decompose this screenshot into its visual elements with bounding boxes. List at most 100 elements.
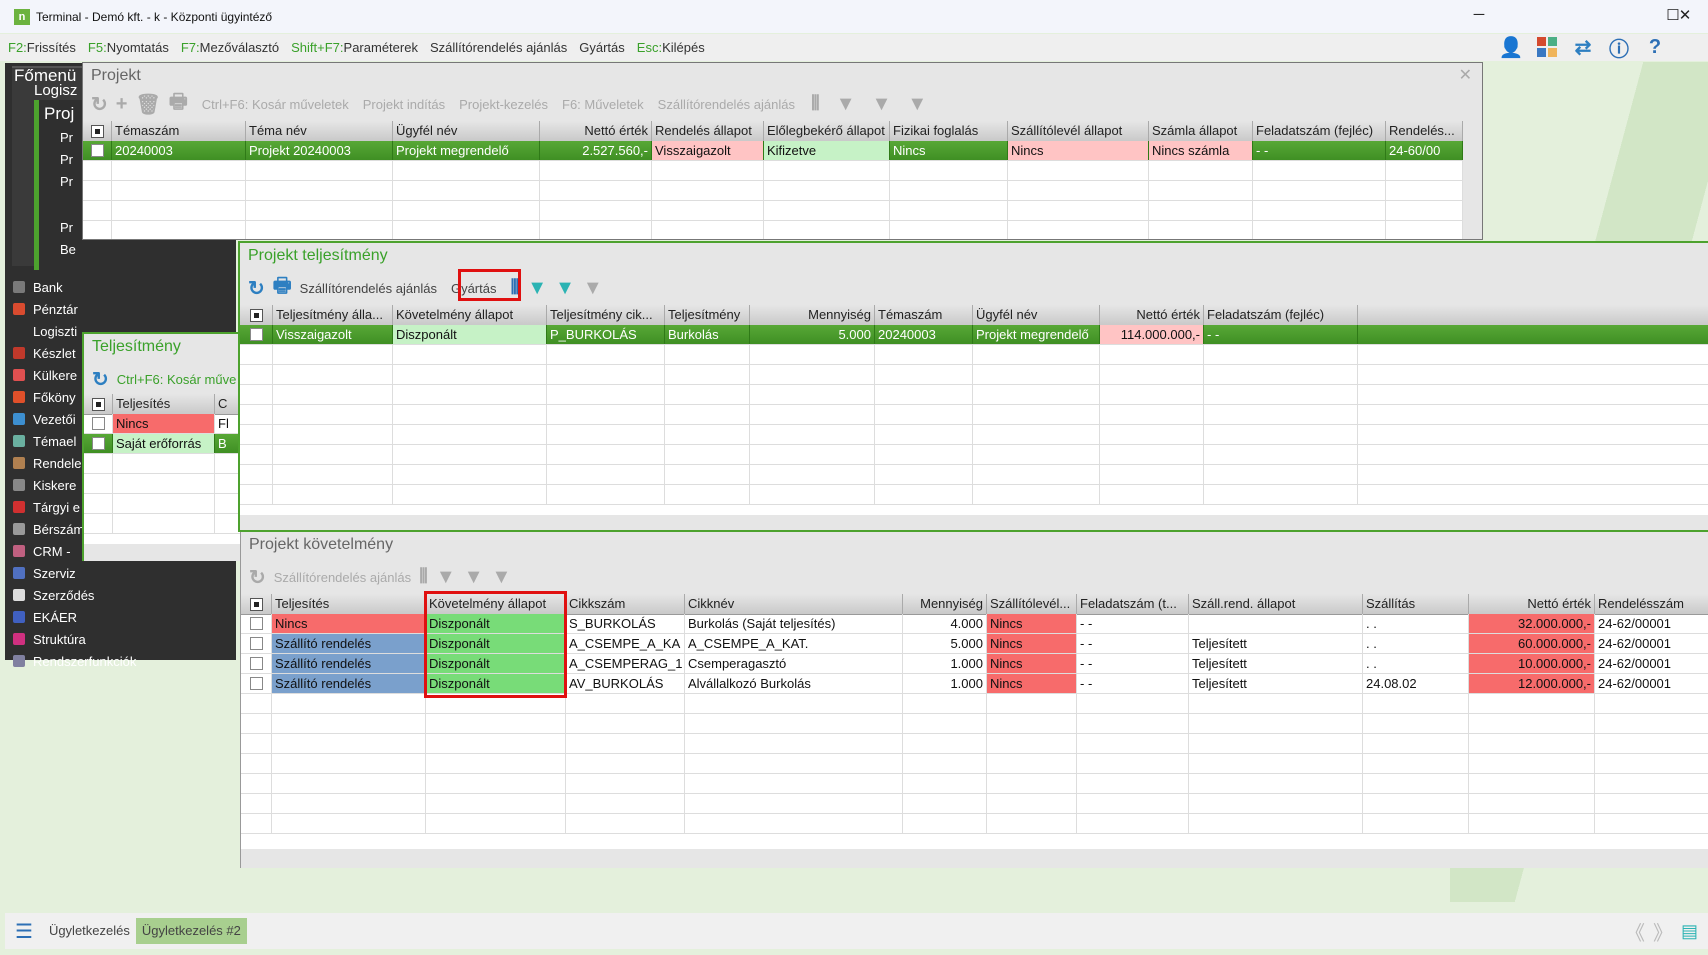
select-all-checkbox[interactable] xyxy=(241,594,272,614)
apps-grid-icon[interactable] xyxy=(1534,34,1560,60)
submenu-item[interactable]: Pr xyxy=(60,130,82,145)
column-header[interactable]: Feladatszám (fejléc) xyxy=(1204,305,1358,325)
filter-icon[interactable]: ▼ xyxy=(436,566,456,589)
info-icon[interactable]: ⓘ xyxy=(1606,34,1632,61)
column-header[interactable]: Nettó érték xyxy=(1100,305,1204,325)
row-checkbox[interactable] xyxy=(83,201,112,220)
print-icon[interactable]: 🖶 xyxy=(273,271,292,305)
toolbar-button[interactable]: Projekt indítás xyxy=(363,97,445,112)
row-checkbox[interactable] xyxy=(241,814,272,833)
help-icon[interactable]: ? xyxy=(1642,34,1668,60)
fkey-5[interactable]: Gyártás xyxy=(579,40,625,55)
row-checkbox[interactable] xyxy=(84,414,113,433)
column-header[interactable]: Teljesítmény xyxy=(665,305,750,325)
sidebar-item[interactable]: Pénztár xyxy=(5,298,236,320)
column-header[interactable]: Mennyiség xyxy=(750,305,875,325)
column-header[interactable]: Rendelésszám xyxy=(1595,594,1708,614)
user-icon[interactable]: 👤 xyxy=(1498,34,1524,60)
fkey-4[interactable]: Szállítórendelés ajánlás xyxy=(430,40,567,55)
row-checkbox[interactable] xyxy=(241,634,272,653)
basket-operations-button[interactable]: Ctrl+F6: Kosár műve xyxy=(117,372,237,387)
column-header[interactable]: Előlegbekérő állapot xyxy=(764,121,890,141)
column-header[interactable]: Feladatszám (fejléc) xyxy=(1253,121,1386,141)
add-icon[interactable]: + xyxy=(116,93,128,116)
fkey-3[interactable]: Shift+F7:Paraméterek xyxy=(291,40,418,55)
toolbar-button[interactable]: F6: Műveletek xyxy=(562,97,644,112)
row-checkbox[interactable] xyxy=(240,485,273,504)
row-checkbox[interactable] xyxy=(84,494,113,513)
filter-clear-icon[interactable]: ▼ xyxy=(907,93,927,116)
row-checkbox[interactable] xyxy=(241,694,272,713)
sidebar-item[interactable]: Bank xyxy=(5,276,236,298)
sidebar-item[interactable]: Struktúra xyxy=(5,628,236,650)
column-header[interactable]: Feladatszám (t... xyxy=(1077,594,1189,614)
column-header[interactable]: Ügyfél név xyxy=(973,305,1100,325)
list-view-icon[interactable]: ▤ xyxy=(1681,921,1698,942)
refresh-icon[interactable]: ↻ xyxy=(92,367,109,392)
fkey-0[interactable]: F2:Frissítés xyxy=(8,40,76,55)
tab-ugyletkezeles-2[interactable]: Ügyletkezelés #2 xyxy=(135,918,247,944)
submenu-item[interactable]: Pr xyxy=(60,152,82,167)
row-checkbox[interactable] xyxy=(240,445,273,464)
column-header[interactable]: Szállítólevél... xyxy=(987,594,1077,614)
print-icon[interactable]: 🖶 xyxy=(169,87,188,121)
filter-clear-icon[interactable]: ▼ xyxy=(491,566,511,589)
toolbar-button[interactable]: Projekt-kezelés xyxy=(459,97,548,112)
refresh-icon[interactable]: ↻ xyxy=(91,92,108,117)
row-checkbox[interactable] xyxy=(240,465,273,484)
refresh-icon[interactable]: ↻ xyxy=(248,276,265,301)
fkey-6[interactable]: Esc:Kilépés xyxy=(637,40,705,55)
column-header[interactable]: Száll.rend. állapot xyxy=(1189,594,1363,614)
row-checkbox[interactable] xyxy=(84,434,113,453)
column-header[interactable]: Rendelés... xyxy=(1386,121,1463,141)
column-header[interactable]: Cikknév xyxy=(685,594,903,614)
fkey-1[interactable]: F5:Nyomtatás xyxy=(88,40,169,55)
row-checkbox[interactable] xyxy=(241,734,272,753)
column-header[interactable]: Rendelés állapot xyxy=(652,121,764,141)
swap-arrows-icon[interactable]: ⇄ xyxy=(1570,34,1596,60)
row-checkbox[interactable] xyxy=(241,794,272,813)
menu-icon[interactable]: ☰ xyxy=(15,919,33,944)
column-header[interactable]: Témaszám xyxy=(875,305,973,325)
row-checkbox[interactable] xyxy=(240,425,273,444)
row-checkbox[interactable] xyxy=(83,161,112,180)
row-checkbox[interactable] xyxy=(83,221,112,239)
column-header[interactable]: Teljesítmény álla... xyxy=(273,305,393,325)
row-checkbox[interactable] xyxy=(84,514,113,533)
column-header[interactable]: Számla állapot xyxy=(1149,121,1253,141)
close-window-button[interactable]: ✕ xyxy=(1670,6,1700,24)
column-header[interactable]: Teljesítés xyxy=(113,394,215,414)
column-header[interactable]: Fizikai foglalás xyxy=(890,121,1008,141)
filter-edit-icon[interactable]: ▼ xyxy=(872,93,892,116)
submenu-item[interactable]: Proj xyxy=(44,104,82,124)
row-checkbox[interactable] xyxy=(240,345,273,364)
column-header[interactable]: Szállítás xyxy=(1363,594,1469,614)
row-checkbox[interactable] xyxy=(84,474,113,493)
columns-icon[interactable]: ⦀ xyxy=(419,566,428,589)
column-header[interactable]: Szállítólevél állapot xyxy=(1008,121,1149,141)
row-checkbox[interactable] xyxy=(240,385,273,404)
row-checkbox[interactable] xyxy=(241,654,272,673)
select-all-checkbox[interactable] xyxy=(240,305,273,325)
column-header[interactable]: Téma név xyxy=(246,121,393,141)
column-header[interactable]: Nettó érték xyxy=(1469,594,1595,614)
sidebar-item[interactable]: Szerviz xyxy=(5,562,236,584)
filter-icon[interactable]: ▼ xyxy=(527,277,547,300)
toolbar-button[interactable]: Ctrl+F6: Kosár műveletek xyxy=(202,97,349,112)
row-checkbox[interactable] xyxy=(241,674,272,693)
filter-icon[interactable]: ▼ xyxy=(836,93,856,116)
tab-ugyletkezeles[interactable]: Ügyletkezelés xyxy=(43,918,136,944)
row-checkbox[interactable] xyxy=(240,405,273,424)
column-header[interactable]: Nettó érték xyxy=(540,121,652,141)
row-checkbox[interactable] xyxy=(240,325,273,344)
fkey-2[interactable]: F7:Mezőválasztó xyxy=(181,40,279,55)
column-header[interactable]: Mennyiség xyxy=(903,594,987,614)
submenu-item[interactable]: Pr xyxy=(60,174,82,189)
column-header[interactable]: Követelmény állapot xyxy=(393,305,547,325)
toolbar-button[interactable]: Szállítórendelés ajánlás xyxy=(658,97,795,112)
filter-edit-icon[interactable]: ▼ xyxy=(464,566,484,589)
szallitorendeles-ajanlas-button[interactable]: Szállítórendelés ajánlás xyxy=(300,281,437,296)
close-icon[interactable]: ✕ xyxy=(1459,65,1472,85)
row-checkbox[interactable] xyxy=(83,181,112,200)
sidebar-item[interactable]: Szerződés xyxy=(5,584,236,606)
